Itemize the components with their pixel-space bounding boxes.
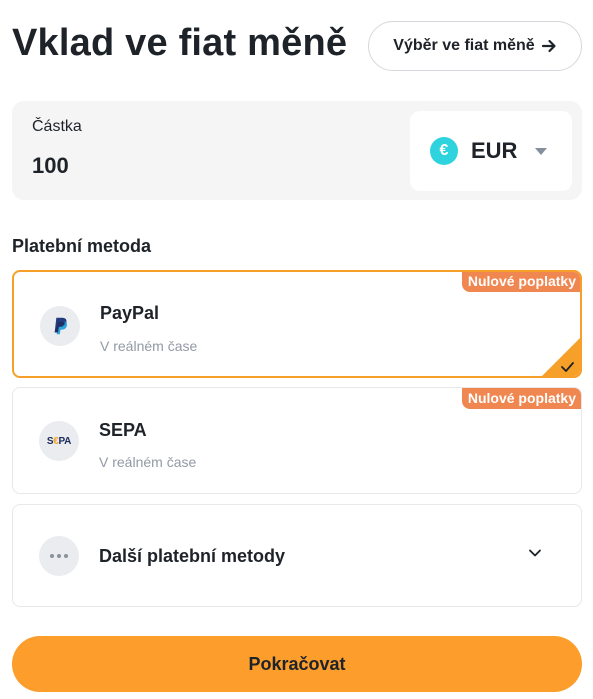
continue-button[interactable]: Pokračovat: [12, 636, 582, 692]
paypal-icon: [40, 306, 80, 346]
zero-fee-badge: Nulové poplatky: [461, 272, 580, 292]
payment-method-paypal[interactable]: Nulové poplatky PayPal V reálném čase: [12, 270, 582, 378]
sepa-logo-pa: PA: [58, 435, 72, 447]
sepa-icon: S€PA: [39, 421, 79, 461]
withdraw-fiat-button[interactable]: Výběr ve fiat měně: [368, 21, 582, 71]
currency-code: EUR: [471, 138, 518, 163]
method-subtitle: V reálném čase: [99, 454, 197, 470]
amount-panel: Částka 100 € EUR: [12, 101, 582, 200]
more-methods-label: Další platební metody: [99, 546, 286, 566]
arrow-right-icon: [541, 39, 556, 53]
payment-method-label: Platební metoda: [12, 236, 152, 256]
currency-select[interactable]: € EUR: [410, 111, 572, 191]
withdraw-fiat-label: Výběr ve fiat měně: [393, 37, 535, 54]
euro-icon: €: [430, 137, 458, 165]
caret-down-icon: [535, 147, 548, 155]
amount-label: Částka: [32, 118, 82, 135]
payment-method-sepa[interactable]: Nulové poplatky S€PA SEPA V reálném čase: [12, 387, 582, 494]
more-dots-icon: [39, 536, 79, 576]
more-payment-methods[interactable]: Další platební metody: [12, 504, 582, 607]
zero-fee-badge: Nulové poplatky: [461, 388, 581, 409]
amount-input[interactable]: 100: [32, 153, 69, 179]
method-name: SEPA: [99, 420, 147, 440]
selected-check-icon: [542, 338, 580, 376]
page-title: Vklad ve fiat měně: [12, 22, 348, 64]
chevron-down-icon: [529, 549, 541, 557]
method-name: PayPal: [100, 303, 160, 323]
method-subtitle: V reálném čase: [100, 338, 198, 354]
